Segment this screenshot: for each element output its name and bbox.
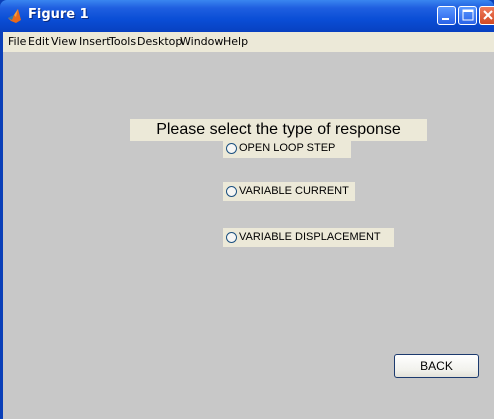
menu-view[interactable]: View — [51, 36, 77, 48]
menu-edit[interactable]: Edit — [28, 36, 49, 48]
matlab-icon — [8, 9, 21, 23]
radio-circle-icon[interactable] — [226, 232, 237, 243]
minimize-button[interactable] — [437, 6, 456, 25]
figure-window: Figure 1 File Edit View Insert Tools Des… — [0, 0, 494, 419]
radio-open-loop-step[interactable]: OPEN LOOP STEP — [223, 139, 351, 158]
window-title: Figure 1 — [28, 7, 89, 22]
radio-variable-displacement[interactable]: VARIABLE DISPLACEMENT — [223, 228, 394, 247]
radio-label: OPEN LOOP STEP — [239, 142, 336, 154]
menu-desktop[interactable]: Desktop — [137, 36, 182, 48]
menu-file[interactable]: File — [8, 36, 26, 48]
maximize-button[interactable] — [458, 6, 477, 25]
menu-window[interactable]: Window — [180, 36, 223, 48]
maximize-icon — [462, 9, 474, 21]
menu-help[interactable]: Help — [223, 36, 248, 48]
title-bar[interactable]: Figure 1 — [0, 0, 494, 32]
menu-tools[interactable]: Tools — [109, 36, 136, 48]
radio-circle-icon[interactable] — [226, 186, 237, 197]
close-button[interactable] — [479, 6, 494, 25]
back-button[interactable]: BACK — [394, 354, 479, 378]
menu-insert[interactable]: Insert — [79, 36, 111, 48]
radio-label: VARIABLE CURRENT — [239, 185, 349, 197]
close-icon — [483, 10, 493, 20]
menu-bar: File Edit View Insert Tools Desktop Wind… — [3, 32, 494, 52]
page-heading: Please select the type of response — [130, 119, 427, 141]
radio-label: VARIABLE DISPLACEMENT — [239, 231, 381, 243]
radio-circle-icon[interactable] — [226, 143, 237, 154]
radio-variable-current[interactable]: VARIABLE CURRENT — [223, 182, 355, 201]
minimize-icon — [442, 18, 449, 20]
